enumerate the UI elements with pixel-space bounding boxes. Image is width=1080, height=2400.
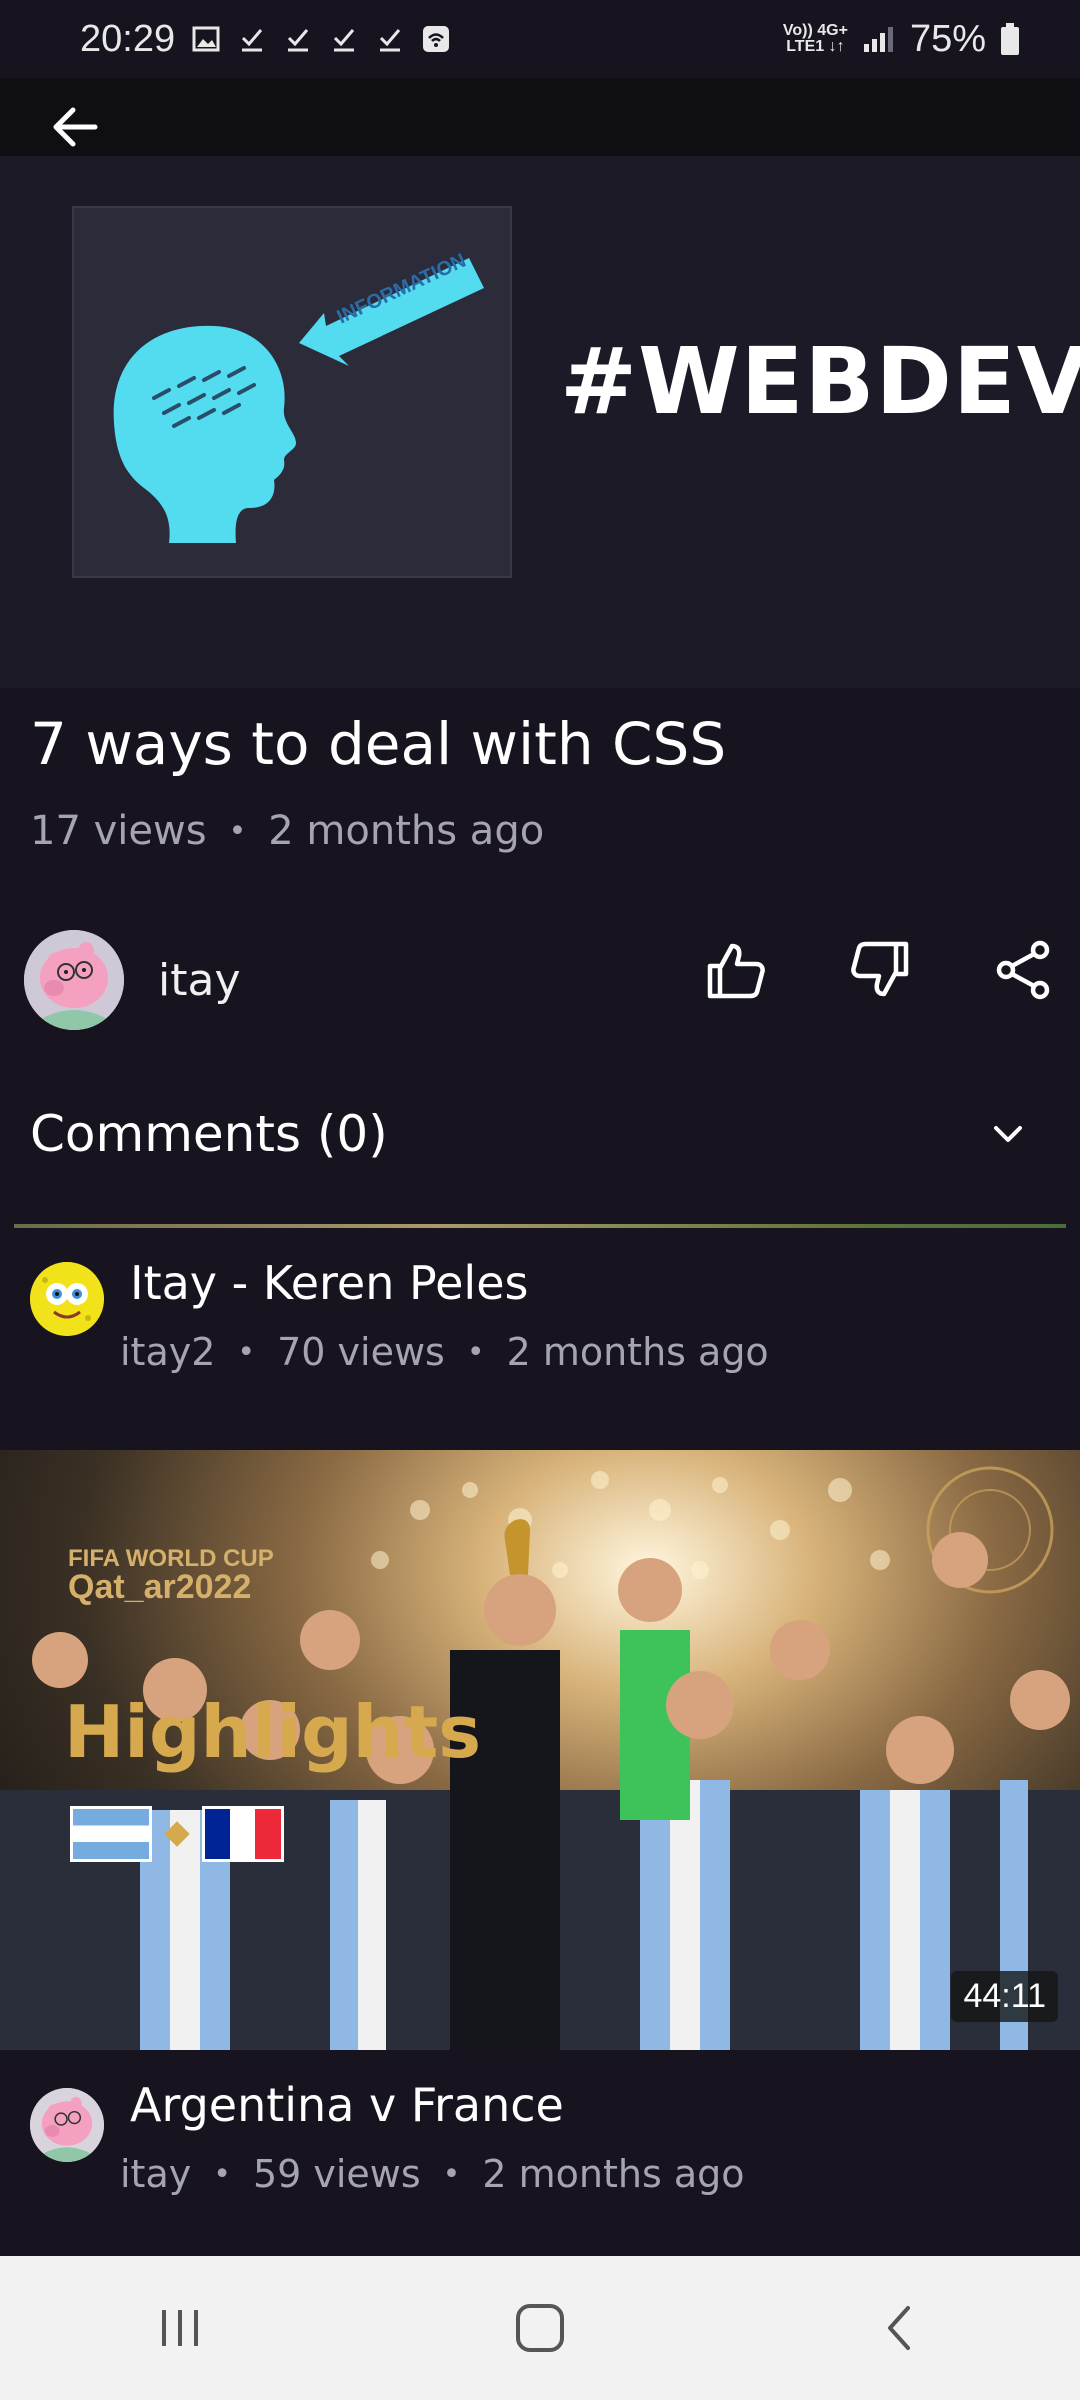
- nav-recents-button[interactable]: [120, 2278, 240, 2378]
- sponge-avatar-icon: [30, 1262, 104, 1336]
- channel-name[interactable]: itay: [158, 955, 240, 1006]
- system-nav-bar: [0, 2256, 1080, 2400]
- video-meta: 17 views • 2 months ago: [30, 808, 544, 854]
- player-topbar: [0, 78, 1080, 156]
- status-bar: 20:29 Vo)) 4G+ LTE1 ↓↑ 75%: [0, 0, 1080, 78]
- share-button[interactable]: [984, 930, 1064, 1010]
- comments-label: Comments (0): [30, 1105, 388, 1163]
- video-player[interactable]: INFORMATION #WEBDEV: [0, 78, 1080, 688]
- recommended-channel: itay: [120, 2152, 192, 2196]
- channel-avatar[interactable]: [24, 930, 124, 1030]
- download-done-icon: [242, 29, 263, 52]
- chevron-down-icon: [994, 1126, 1022, 1142]
- network-bottom: LTE1 ↓↑: [786, 38, 845, 55]
- pig-avatar-icon: [30, 2088, 104, 2162]
- download-done-icon: [288, 29, 309, 52]
- recommended-views: 70 views: [277, 1330, 445, 1374]
- thumbnail-fifa-line2: Qat_ar2022: [68, 1568, 252, 1606]
- status-time: 20:29: [80, 17, 176, 60]
- download-done-icon: [380, 29, 401, 52]
- thumbnail-image: INFORMATION: [72, 206, 512, 578]
- network-indicator: Vo)) 4G+ LTE1 ↓↑: [783, 23, 848, 55]
- separator-dot: •: [466, 1334, 485, 1370]
- pig-avatar-icon: [24, 930, 124, 1030]
- recommended-avatar[interactable]: [30, 2088, 104, 2162]
- signal-icon: [863, 27, 893, 52]
- separator-dot: •: [228, 813, 247, 849]
- network-top: Vo)) 4G+: [782, 22, 848, 39]
- video-duration: 44:11: [951, 1971, 1058, 2022]
- recommended-meta: itay • 59 views • 2 months ago: [120, 2152, 745, 2196]
- share-icon: [996, 940, 1050, 1000]
- argentina-flag-icon: [70, 1806, 152, 1862]
- recommended-channel: itay2: [120, 1330, 216, 1374]
- nav-home-button[interactable]: [480, 2278, 600, 2378]
- divider: [14, 1224, 1066, 1228]
- recommended-title: Argentina v France: [130, 2078, 564, 2132]
- battery-percent: 75%: [909, 17, 986, 60]
- back-button[interactable]: [40, 92, 110, 162]
- back-icon: [888, 2306, 910, 2350]
- video-title: 7 ways to deal with CSS: [30, 710, 727, 778]
- dislike-button[interactable]: [840, 930, 920, 1010]
- recommended-avatar[interactable]: [30, 1262, 104, 1336]
- thumbnail-fifa-logo: FIFA WORLD CUP Qat_ar2022: [68, 1545, 274, 1606]
- video-age: 2 months ago: [268, 808, 545, 854]
- france-flag-icon: [202, 1806, 284, 1862]
- comments-toggle[interactable]: Comments (0): [30, 1094, 1040, 1174]
- recommended-item[interactable]: Itay - Keren Peles itay2 • 70 views • 2 …: [30, 1250, 1060, 1400]
- separator-dot: •: [213, 2156, 231, 2192]
- action-buttons: [696, 930, 1064, 1010]
- recents-icon: [162, 2310, 198, 2346]
- separator-dot: •: [237, 1334, 256, 1370]
- flags: [70, 1806, 284, 1862]
- recommended-thumbnail[interactable]: FIFA WORLD CUP Qat_ar2022 Highlights 44:…: [0, 1450, 1080, 2050]
- battery-icon: [1001, 23, 1019, 55]
- channel-row: itay: [24, 920, 1064, 1040]
- download-done-icon: [334, 29, 355, 52]
- thumbnail-hashtag: #WEBDEV: [560, 328, 1080, 435]
- nav-back-button[interactable]: [840, 2278, 960, 2378]
- thumbs-up-icon: [707, 943, 765, 999]
- status-right: Vo)) 4G+ LTE1 ↓↑ 75%: [783, 18, 1020, 61]
- separator-dot: •: [442, 2156, 461, 2192]
- diamond-icon: [164, 1821, 190, 1847]
- status-left: 20:29: [80, 18, 451, 61]
- wifi-icon: [423, 26, 450, 52]
- thumbs-down-icon: [851, 941, 909, 997]
- image-notification-icon: [192, 26, 220, 52]
- recommended-views: 59 views: [252, 2152, 421, 2196]
- recommended-title: Itay - Keren Peles: [130, 1256, 529, 1310]
- home-icon: [516, 2304, 564, 2352]
- recommended-age: 2 months ago: [506, 1330, 769, 1374]
- recommended-meta: itay2 • 70 views • 2 months ago: [120, 1330, 769, 1374]
- like-button[interactable]: [696, 930, 776, 1010]
- thumbnail-highlights: Highlights: [64, 1690, 482, 1774]
- arrow-left-icon: [53, 107, 98, 147]
- video-views: 17 views: [30, 808, 207, 854]
- recommended-age: 2 months ago: [482, 2152, 745, 2196]
- recommended-item[interactable]: Argentina v France itay • 59 views • 2 m…: [30, 2070, 1060, 2220]
